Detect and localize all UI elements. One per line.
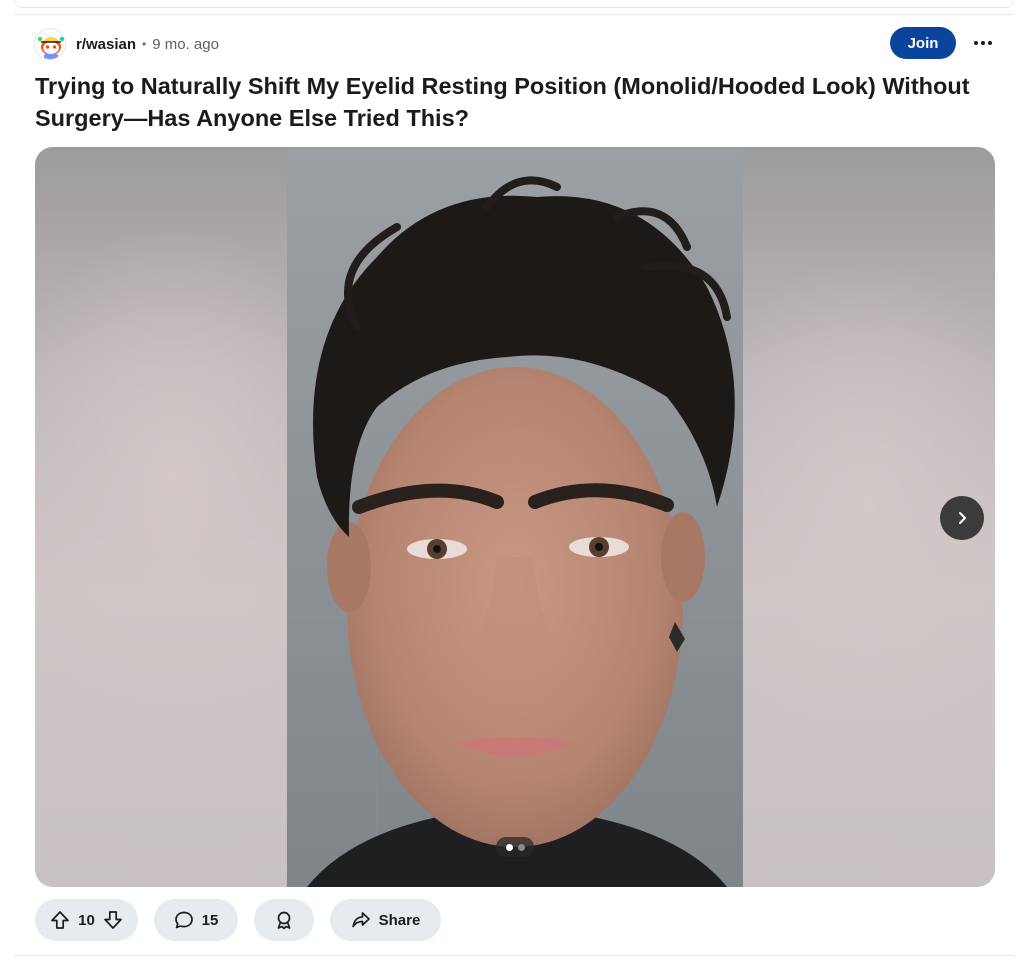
share-icon — [351, 912, 370, 928]
post-meta: r/wasian • 9 mo. ago — [34, 27, 219, 61]
top-divider — [14, 14, 1014, 15]
post-age: 9 mo. ago — [152, 35, 219, 53]
subreddit-name[interactable]: r/wasian — [76, 36, 136, 53]
comment-icon — [174, 911, 193, 929]
join-button[interactable]: Join — [890, 27, 956, 59]
more-options-icon — [974, 41, 992, 45]
previous-post-edge — [14, 0, 1014, 8]
upvote-icon[interactable] — [50, 910, 70, 930]
post-title[interactable]: Trying to Naturally Shift My Eyelid Rest… — [35, 70, 995, 134]
portrait-photo-illustration — [287, 147, 743, 887]
subreddit-avatar-icon — [35, 29, 65, 59]
vote-control: 10 — [35, 899, 138, 941]
award-icon — [277, 911, 291, 930]
next-image-button[interactable] — [940, 496, 984, 540]
post-actions: 10 15 Share — [35, 899, 441, 941]
share-button[interactable]: Share — [330, 899, 441, 941]
post-card: r/wasian • 9 mo. ago Join Trying to Natu… — [0, 0, 1024, 966]
pager-dot-active[interactable] — [505, 843, 513, 851]
meta-separator: • — [142, 37, 147, 51]
post-media-carousel[interactable] — [35, 147, 995, 887]
award-button[interactable] — [254, 899, 314, 941]
carousel-pager — [496, 837, 534, 857]
pager-dot[interactable] — [517, 843, 525, 851]
share-label: Share — [378, 911, 421, 929]
chevron-right-icon — [959, 512, 966, 524]
post-image[interactable] — [287, 147, 743, 887]
comments-button[interactable]: 15 — [154, 899, 238, 941]
downvote-icon[interactable] — [103, 910, 123, 930]
upvote-count: 10 — [78, 911, 95, 929]
bottom-divider — [14, 955, 1014, 956]
subreddit-avatar[interactable] — [34, 28, 66, 60]
comment-count: 15 — [201, 911, 219, 929]
more-options-button[interactable] — [965, 27, 1001, 59]
